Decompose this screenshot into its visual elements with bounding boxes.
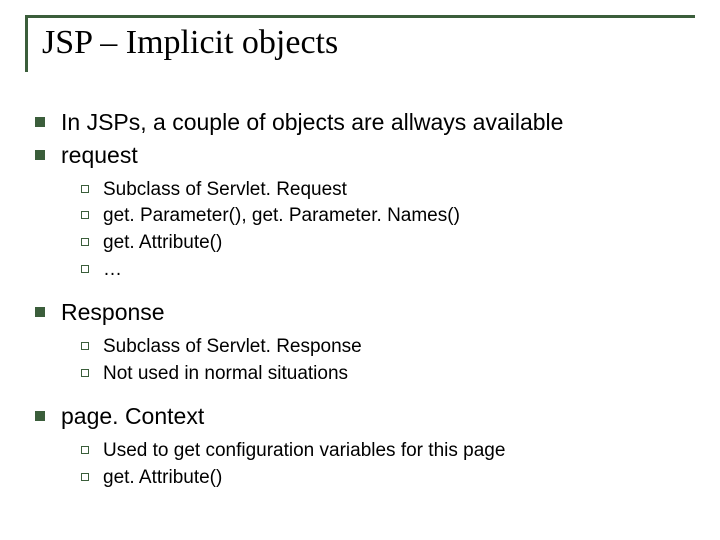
bullet-text: In JSPs, a couple of objects are allways… [61, 108, 563, 137]
hollow-square-bullet-icon [81, 185, 89, 193]
sub-bullet-text: get. Parameter(), get. Parameter. Names(… [103, 204, 460, 229]
slide-body: In JSPs, a couple of objects are allways… [25, 108, 695, 491]
bullet-item: Response [35, 298, 695, 327]
title-block: JSP – Implicit objects [25, 15, 695, 72]
bullet-item: request [35, 141, 695, 170]
slide-title: JSP – Implicit objects [42, 24, 695, 62]
bullet-text: page. Context [61, 402, 204, 431]
sub-bullet-item: Subclass of Servlet. Request [81, 178, 695, 203]
hollow-square-bullet-icon [81, 446, 89, 454]
sub-bullet-group: Used to get configuration variables for … [81, 439, 695, 490]
sub-bullet-text: … [103, 258, 122, 283]
hollow-square-bullet-icon [81, 369, 89, 377]
sub-bullet-item: get. Attribute() [81, 466, 695, 491]
square-bullet-icon [35, 411, 45, 421]
sub-bullet-text: Subclass of Servlet. Response [103, 335, 362, 360]
sub-bullet-item: get. Attribute() [81, 231, 695, 256]
hollow-square-bullet-icon [81, 473, 89, 481]
sub-bullet-group: Subclass of Servlet. Request get. Parame… [81, 178, 695, 283]
square-bullet-icon [35, 307, 45, 317]
sub-bullet-group: Subclass of Servlet. Response Not used i… [81, 335, 695, 386]
sub-bullet-item: Used to get configuration variables for … [81, 439, 695, 464]
sub-bullet-item: … [81, 258, 695, 283]
sub-bullet-text: Used to get configuration variables for … [103, 439, 505, 464]
sub-bullet-item: get. Parameter(), get. Parameter. Names(… [81, 204, 695, 229]
sub-bullet-text: get. Attribute() [103, 231, 222, 256]
sub-bullet-text: Subclass of Servlet. Request [103, 178, 347, 203]
hollow-square-bullet-icon [81, 342, 89, 350]
slide: JSP – Implicit objects In JSPs, a couple… [0, 0, 720, 540]
hollow-square-bullet-icon [81, 265, 89, 273]
hollow-square-bullet-icon [81, 238, 89, 246]
bullet-item: In JSPs, a couple of objects are allways… [35, 108, 695, 137]
bullet-text: Response [61, 298, 165, 327]
sub-bullet-text: get. Attribute() [103, 466, 222, 491]
bullet-text: request [61, 141, 138, 170]
hollow-square-bullet-icon [81, 211, 89, 219]
bullet-item: page. Context [35, 402, 695, 431]
sub-bullet-item: Not used in normal situations [81, 362, 695, 387]
square-bullet-icon [35, 117, 45, 127]
sub-bullet-text: Not used in normal situations [103, 362, 348, 387]
sub-bullet-item: Subclass of Servlet. Response [81, 335, 695, 360]
square-bullet-icon [35, 150, 45, 160]
